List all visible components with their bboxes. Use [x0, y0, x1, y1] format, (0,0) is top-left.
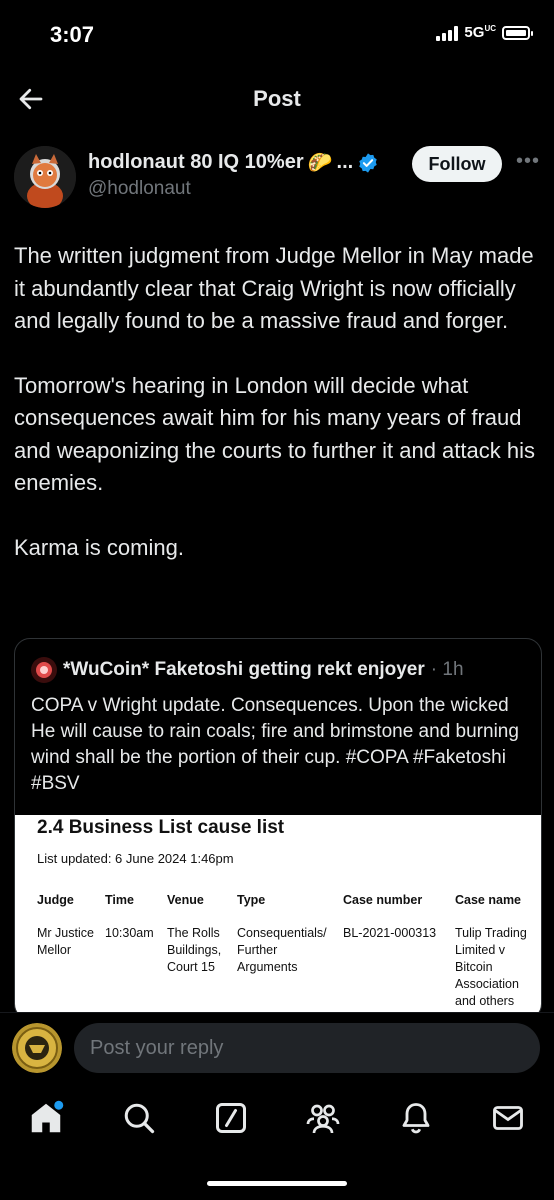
- post-paragraph: The written judgment from Judge Mellor i…: [14, 243, 534, 333]
- quoted-post[interactable]: *WuCoin* Faketoshi getting rekt enjoyer …: [14, 638, 542, 1020]
- table-cell: 10:30am: [105, 926, 154, 940]
- nav-bar: Post: [0, 70, 554, 130]
- reply-input[interactable]: [74, 1023, 540, 1073]
- table-cell: The Rolls Buildings, Court 15: [167, 926, 222, 974]
- battery-icon: [502, 25, 533, 40]
- status-bar: 3:07 5GUC: [0, 0, 554, 70]
- author-name[interactable]: hodlonaut 80 IQ 10%er 🌮 ...: [88, 150, 379, 175]
- taco-emoji: 🌮: [307, 152, 333, 174]
- post-paragraph: Tomorrow's hearing in London will decide…: [14, 372, 535, 496]
- quote-avatar: [31, 657, 57, 683]
- post-paragraph: Karma is coming.: [14, 534, 184, 560]
- quote-author-name: *WuCoin* Faketoshi getting rekt enjoyer: [63, 659, 425, 680]
- more-options-icon[interactable]: •••: [516, 150, 540, 173]
- bottom-tab-bar: [0, 1086, 554, 1156]
- search-icon[interactable]: [121, 1100, 157, 1136]
- notifications-icon[interactable]: [398, 1100, 434, 1136]
- network-label: 5GUC: [464, 24, 496, 41]
- quote-header: *WuCoin* Faketoshi getting rekt enjoyer …: [31, 657, 464, 683]
- table-header: Judge: [37, 893, 74, 907]
- status-time: 3:07: [50, 22, 95, 47]
- table-header: Time: [105, 893, 134, 907]
- page-title: Post: [253, 86, 301, 111]
- home-icon[interactable]: [28, 1100, 64, 1136]
- status-indicators: 5GUC: [436, 24, 533, 41]
- table-cell: BL-2021-000313: [343, 926, 437, 940]
- follow-button[interactable]: Follow: [412, 146, 502, 182]
- cause-list-title: 2.4 Business List cause list: [37, 817, 285, 838]
- avatar[interactable]: [14, 146, 76, 208]
- author-handle[interactable]: @hodlonaut: [88, 178, 191, 200]
- table-cell: Tulip Trading Limited v Bitcoin Associat…: [455, 926, 527, 1008]
- quote-text: COPA v Wright update. Consequences. Upon…: [31, 695, 519, 794]
- verified-badge-icon: [359, 152, 377, 173]
- grok-icon[interactable]: [213, 1100, 249, 1136]
- home-indicator[interactable]: [207, 1181, 347, 1186]
- signal-icon: [436, 25, 459, 41]
- quote-image[interactable]: 2.4 Business List cause list List update…: [15, 815, 541, 1019]
- author-name-text: hodlonaut 80 IQ 10%er: [88, 151, 304, 173]
- quote-timestamp: · 1h: [430, 659, 464, 680]
- communities-icon[interactable]: [305, 1100, 341, 1136]
- table-header: Type: [237, 893, 266, 907]
- name-ellipsis: ...: [336, 151, 354, 173]
- messages-icon[interactable]: [490, 1100, 526, 1136]
- author-row: hodlonaut 80 IQ 10%er 🌮 ... @hodlonaut F…: [0, 140, 554, 210]
- table-cell: Consequentials/ Further Arguments: [237, 926, 327, 974]
- table-header: Case number: [343, 893, 423, 907]
- reply-bar: [0, 1012, 554, 1085]
- reply-avatar[interactable]: [12, 1023, 62, 1073]
- table-cell: Mr Justice Mellor: [37, 926, 94, 957]
- table-header: Venue: [167, 893, 204, 907]
- table-header: Case name: [455, 893, 522, 907]
- post-text: The written judgment from Judge Mellor i…: [14, 240, 540, 596]
- cause-list-updated: List updated: 6 June 2024 1:46pm: [37, 851, 234, 866]
